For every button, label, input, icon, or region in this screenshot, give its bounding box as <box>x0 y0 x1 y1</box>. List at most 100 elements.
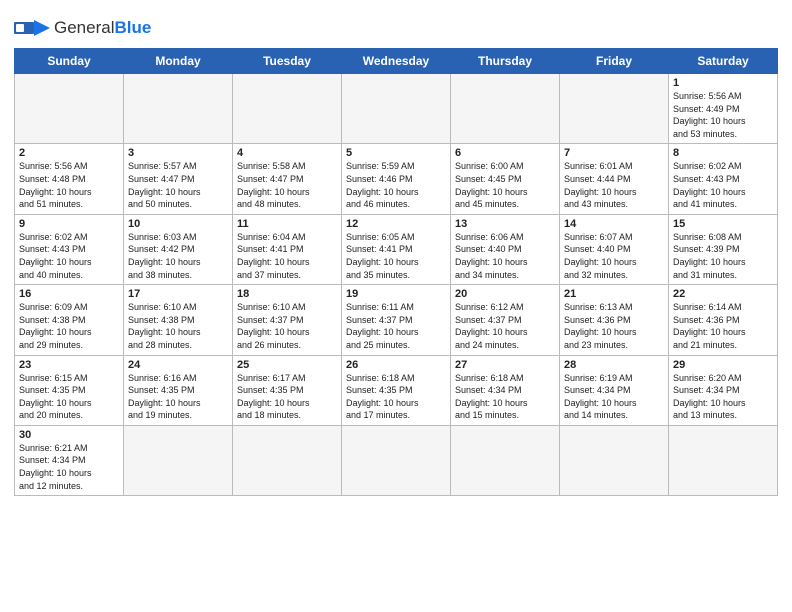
table-row <box>233 74 342 144</box>
col-saturday: Saturday <box>669 49 778 74</box>
day-number: 27 <box>455 359 555 371</box>
day-info: Sunrise: 5:56 AM Sunset: 4:49 PM Dayligh… <box>673 90 773 140</box>
table-row <box>124 425 233 495</box>
calendar-week-row: 30Sunrise: 6:21 AM Sunset: 4:34 PM Dayli… <box>15 425 778 495</box>
table-row: 16Sunrise: 6:09 AM Sunset: 4:38 PM Dayli… <box>15 285 124 355</box>
day-info: Sunrise: 6:10 AM Sunset: 4:38 PM Dayligh… <box>128 301 228 351</box>
calendar-table: Sunday Monday Tuesday Wednesday Thursday… <box>14 48 778 496</box>
logo-general: General <box>54 18 114 37</box>
table-row: 2Sunrise: 5:56 AM Sunset: 4:48 PM Daylig… <box>15 144 124 214</box>
day-info: Sunrise: 6:20 AM Sunset: 4:34 PM Dayligh… <box>673 372 773 422</box>
day-info: Sunrise: 6:17 AM Sunset: 4:35 PM Dayligh… <box>237 372 337 422</box>
day-number: 6 <box>455 147 555 159</box>
day-number: 26 <box>346 359 446 371</box>
day-info: Sunrise: 6:08 AM Sunset: 4:39 PM Dayligh… <box>673 231 773 281</box>
day-number: 20 <box>455 288 555 300</box>
table-row: 19Sunrise: 6:11 AM Sunset: 4:37 PM Dayli… <box>342 285 451 355</box>
day-info: Sunrise: 6:10 AM Sunset: 4:37 PM Dayligh… <box>237 301 337 351</box>
day-info: Sunrise: 6:07 AM Sunset: 4:40 PM Dayligh… <box>564 231 664 281</box>
table-row: 23Sunrise: 6:15 AM Sunset: 4:35 PM Dayli… <box>15 355 124 425</box>
day-number: 16 <box>19 288 119 300</box>
logo-text-block: GeneralBlue <box>54 19 151 38</box>
day-number: 14 <box>564 218 664 230</box>
day-number: 12 <box>346 218 446 230</box>
day-number: 3 <box>128 147 228 159</box>
day-number: 2 <box>19 147 119 159</box>
day-number: 10 <box>128 218 228 230</box>
col-monday: Monday <box>124 49 233 74</box>
table-row <box>233 425 342 495</box>
table-row: 22Sunrise: 6:14 AM Sunset: 4:36 PM Dayli… <box>669 285 778 355</box>
day-info: Sunrise: 6:02 AM Sunset: 4:43 PM Dayligh… <box>673 160 773 210</box>
day-number: 17 <box>128 288 228 300</box>
table-row: 24Sunrise: 6:16 AM Sunset: 4:35 PM Dayli… <box>124 355 233 425</box>
table-row: 6Sunrise: 6:00 AM Sunset: 4:45 PM Daylig… <box>451 144 560 214</box>
day-number: 30 <box>19 429 119 441</box>
day-info: Sunrise: 6:00 AM Sunset: 4:45 PM Dayligh… <box>455 160 555 210</box>
table-row <box>342 425 451 495</box>
logo-icon <box>14 14 50 42</box>
table-row <box>451 425 560 495</box>
table-row: 14Sunrise: 6:07 AM Sunset: 4:40 PM Dayli… <box>560 214 669 284</box>
col-tuesday: Tuesday <box>233 49 342 74</box>
day-info: Sunrise: 6:09 AM Sunset: 4:38 PM Dayligh… <box>19 301 119 351</box>
day-info: Sunrise: 6:12 AM Sunset: 4:37 PM Dayligh… <box>455 301 555 351</box>
table-row: 1Sunrise: 5:56 AM Sunset: 4:49 PM Daylig… <box>669 74 778 144</box>
day-number: 18 <box>237 288 337 300</box>
day-number: 28 <box>564 359 664 371</box>
day-number: 24 <box>128 359 228 371</box>
table-row: 28Sunrise: 6:19 AM Sunset: 4:34 PM Dayli… <box>560 355 669 425</box>
day-info: Sunrise: 5:59 AM Sunset: 4:46 PM Dayligh… <box>346 160 446 210</box>
table-row: 20Sunrise: 6:12 AM Sunset: 4:37 PM Dayli… <box>451 285 560 355</box>
table-row <box>15 74 124 144</box>
col-thursday: Thursday <box>451 49 560 74</box>
day-info: Sunrise: 6:02 AM Sunset: 4:43 PM Dayligh… <box>19 231 119 281</box>
day-number: 15 <box>673 218 773 230</box>
day-info: Sunrise: 6:16 AM Sunset: 4:35 PM Dayligh… <box>128 372 228 422</box>
table-row: 21Sunrise: 6:13 AM Sunset: 4:36 PM Dayli… <box>560 285 669 355</box>
logo: GeneralBlue <box>14 14 151 42</box>
table-row: 15Sunrise: 6:08 AM Sunset: 4:39 PM Dayli… <box>669 214 778 284</box>
day-number: 13 <box>455 218 555 230</box>
day-info: Sunrise: 6:05 AM Sunset: 4:41 PM Dayligh… <box>346 231 446 281</box>
day-info: Sunrise: 6:18 AM Sunset: 4:35 PM Dayligh… <box>346 372 446 422</box>
table-row: 8Sunrise: 6:02 AM Sunset: 4:43 PM Daylig… <box>669 144 778 214</box>
table-row: 13Sunrise: 6:06 AM Sunset: 4:40 PM Dayli… <box>451 214 560 284</box>
col-wednesday: Wednesday <box>342 49 451 74</box>
table-row: 5Sunrise: 5:59 AM Sunset: 4:46 PM Daylig… <box>342 144 451 214</box>
table-row: 29Sunrise: 6:20 AM Sunset: 4:34 PM Dayli… <box>669 355 778 425</box>
col-friday: Friday <box>560 49 669 74</box>
day-info: Sunrise: 6:03 AM Sunset: 4:42 PM Dayligh… <box>128 231 228 281</box>
day-number: 7 <box>564 147 664 159</box>
table-row: 12Sunrise: 6:05 AM Sunset: 4:41 PM Dayli… <box>342 214 451 284</box>
table-row: 26Sunrise: 6:18 AM Sunset: 4:35 PM Dayli… <box>342 355 451 425</box>
day-number: 8 <box>673 147 773 159</box>
header: GeneralBlue <box>14 10 778 42</box>
day-info: Sunrise: 6:04 AM Sunset: 4:41 PM Dayligh… <box>237 231 337 281</box>
table-row <box>342 74 451 144</box>
col-sunday: Sunday <box>15 49 124 74</box>
day-info: Sunrise: 5:56 AM Sunset: 4:48 PM Dayligh… <box>19 160 119 210</box>
table-row: 18Sunrise: 6:10 AM Sunset: 4:37 PM Dayli… <box>233 285 342 355</box>
table-row <box>669 425 778 495</box>
day-info: Sunrise: 6:06 AM Sunset: 4:40 PM Dayligh… <box>455 231 555 281</box>
day-number: 22 <box>673 288 773 300</box>
table-row: 10Sunrise: 6:03 AM Sunset: 4:42 PM Dayli… <box>124 214 233 284</box>
day-number: 19 <box>346 288 446 300</box>
day-info: Sunrise: 5:58 AM Sunset: 4:47 PM Dayligh… <box>237 160 337 210</box>
table-row: 27Sunrise: 6:18 AM Sunset: 4:34 PM Dayli… <box>451 355 560 425</box>
table-row: 25Sunrise: 6:17 AM Sunset: 4:35 PM Dayli… <box>233 355 342 425</box>
day-number: 23 <box>19 359 119 371</box>
table-row <box>124 74 233 144</box>
day-number: 1 <box>673 77 773 89</box>
calendar-week-row: 1Sunrise: 5:56 AM Sunset: 4:49 PM Daylig… <box>15 74 778 144</box>
table-row: 17Sunrise: 6:10 AM Sunset: 4:38 PM Dayli… <box>124 285 233 355</box>
calendar-header-row: Sunday Monday Tuesday Wednesday Thursday… <box>15 49 778 74</box>
table-row: 30Sunrise: 6:21 AM Sunset: 4:34 PM Dayli… <box>15 425 124 495</box>
table-row <box>560 425 669 495</box>
day-number: 29 <box>673 359 773 371</box>
calendar-week-row: 16Sunrise: 6:09 AM Sunset: 4:38 PM Dayli… <box>15 285 778 355</box>
calendar-week-row: 23Sunrise: 6:15 AM Sunset: 4:35 PM Dayli… <box>15 355 778 425</box>
calendar-week-row: 2Sunrise: 5:56 AM Sunset: 4:48 PM Daylig… <box>15 144 778 214</box>
day-number: 25 <box>237 359 337 371</box>
